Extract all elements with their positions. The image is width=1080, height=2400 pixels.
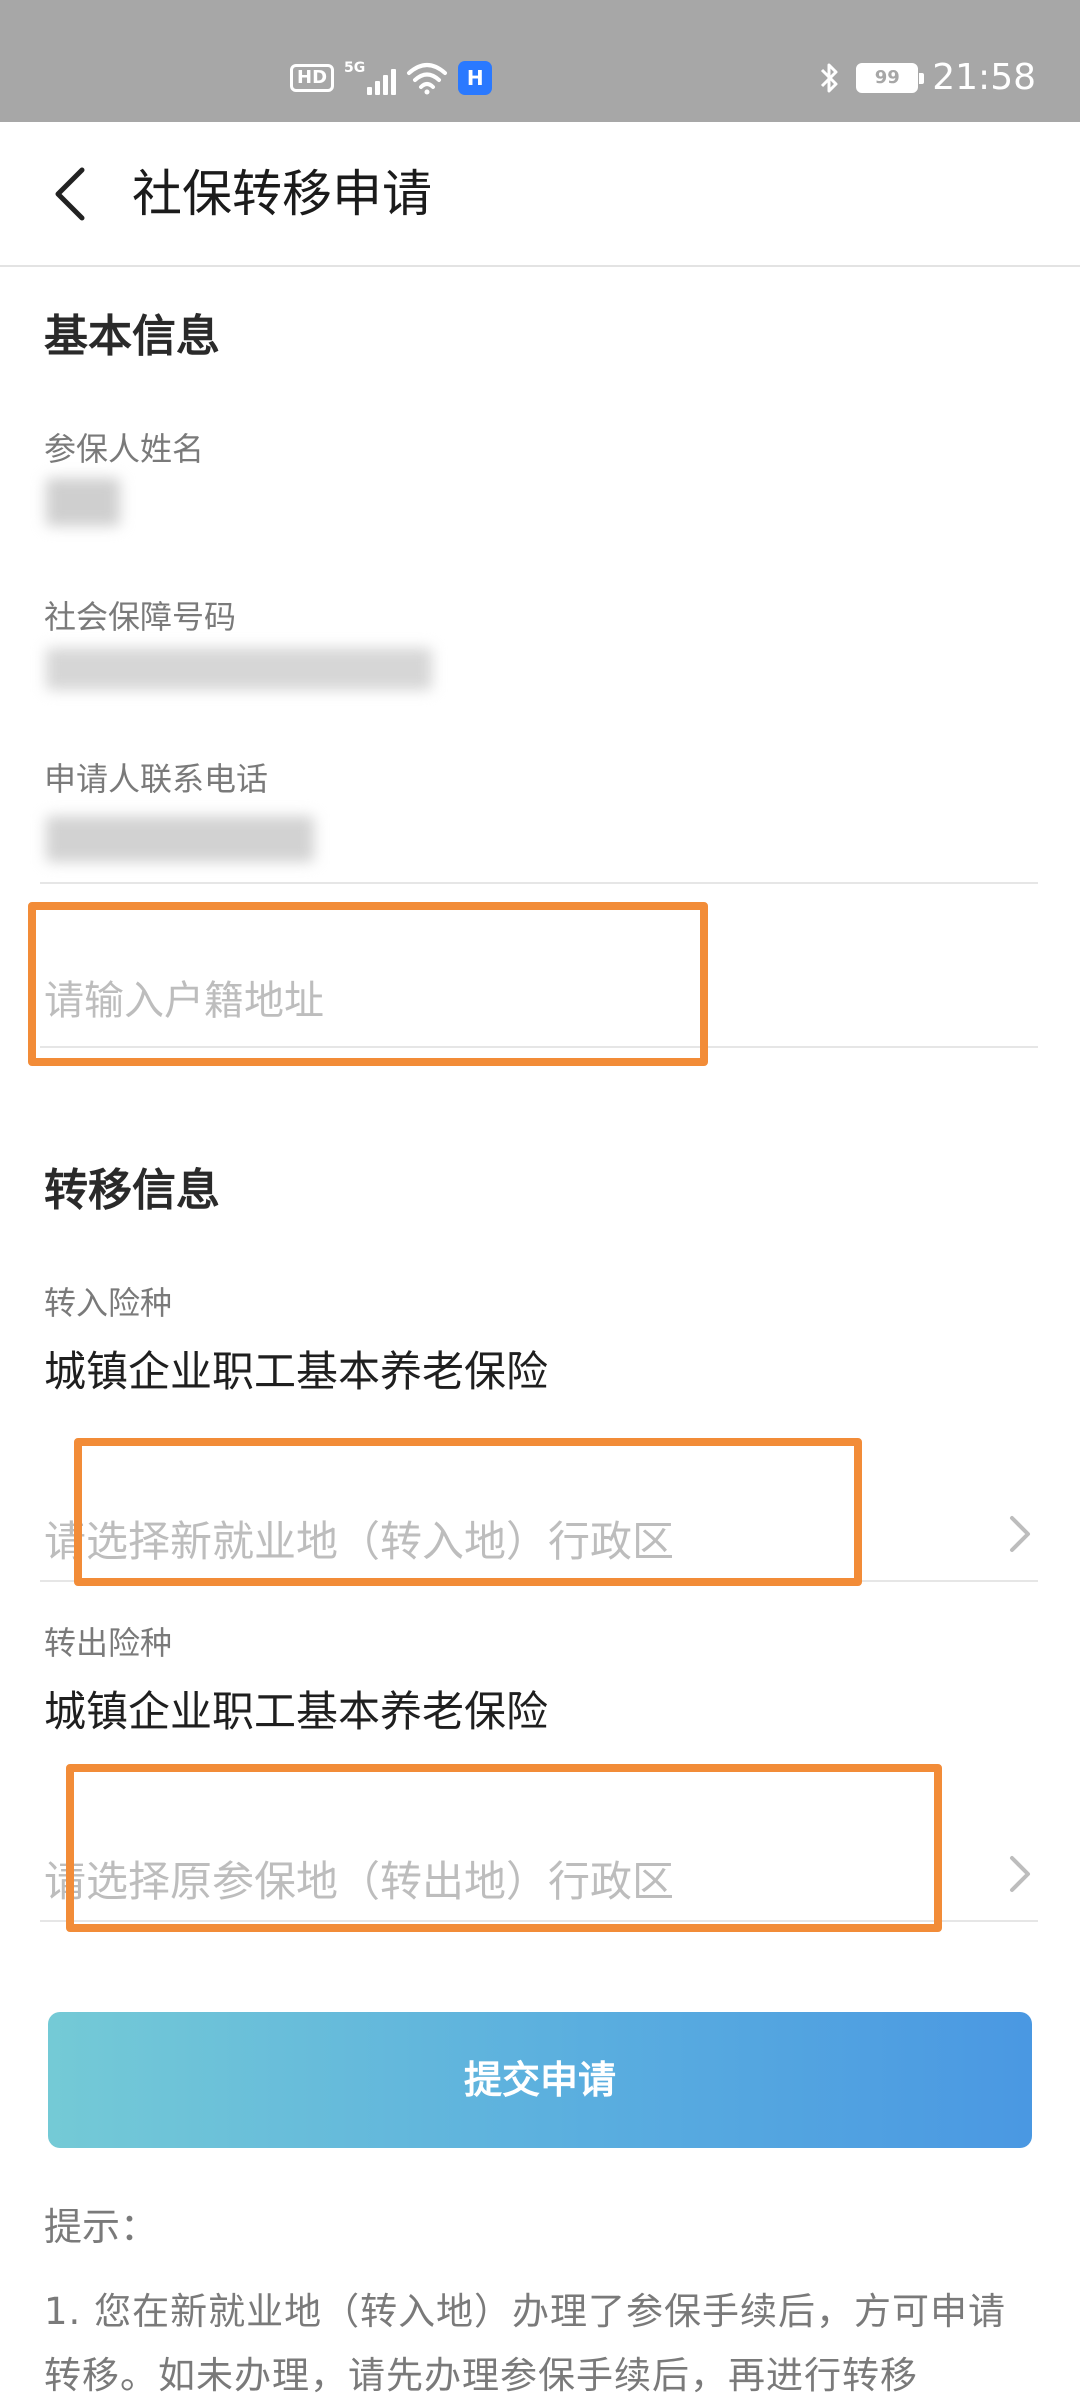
transfer-info-section-title: 转移信息: [44, 1165, 220, 1216]
status-right-icons: 99 21:58: [818, 56, 1036, 100]
highlight-box-address: [28, 902, 708, 1066]
chevron-right-icon: [1010, 1516, 1030, 1552]
tips-title: 提示：: [44, 2205, 159, 2249]
tips-body: 1. 您在新就业地（转入地）办理了参保手续后，方可申请转移。如未办理，请先办理参…: [44, 2290, 1007, 2397]
back-button[interactable]: [30, 152, 110, 236]
bluetooth-icon: [821, 63, 838, 93]
hd-voice-icon: HD: [290, 64, 335, 92]
transfer-in-type-label: 转入险种: [44, 1284, 173, 1322]
page-title: 社保转移申请: [132, 165, 432, 223]
battery-icon: 99: [856, 63, 925, 93]
ssn-label: 社会保障号码: [44, 598, 237, 636]
network-type-label: 5G: [344, 60, 366, 76]
transfer-in-type-value: 城镇企业职工基本养老保险: [44, 1347, 549, 1396]
divider: [40, 882, 1038, 884]
insured-name-value-redacted: [46, 478, 120, 526]
highlight-box-transfer-in: [74, 1438, 862, 1586]
submit-application-button[interactable]: 提交申请: [48, 2012, 1032, 2148]
status-left-icons: HD 5G H: [290, 56, 493, 100]
phone-value-redacted: [46, 816, 314, 862]
highlight-box-transfer-out: [66, 1764, 942, 1932]
status-time: 21:58: [932, 57, 1036, 98]
chevron-left-icon: [55, 167, 85, 221]
app-header: 社保转移申请: [0, 122, 1080, 267]
app-notification-icon: H: [458, 61, 493, 95]
transfer-out-type-label: 转出险种: [44, 1624, 173, 1662]
chevron-right-icon: [1010, 1856, 1030, 1892]
basic-info-section-title: 基本信息: [44, 311, 220, 362]
phone-label: 申请人联系电话: [44, 760, 269, 798]
cellular-signal-icon: 5G: [344, 60, 397, 95]
insured-name-label: 参保人姓名: [44, 430, 205, 468]
status-bar: HD 5G H 99 21:58: [0, 0, 1080, 122]
transfer-out-type-value: 城镇企业职工基本养老保险: [44, 1687, 549, 1736]
ssn-value-redacted: [46, 648, 432, 690]
wifi-icon: [407, 63, 448, 95]
